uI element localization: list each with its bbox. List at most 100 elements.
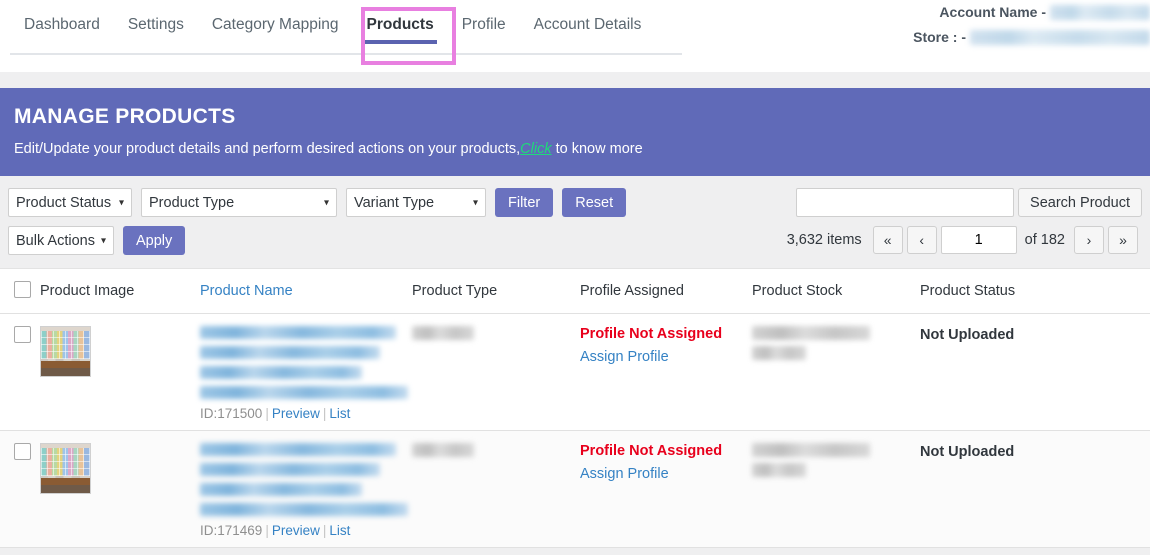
select-all-checkbox[interactable] bbox=[14, 280, 31, 298]
products-table: Product Image Product Name Product Type … bbox=[0, 268, 1150, 548]
product-name-redacted-line bbox=[200, 386, 408, 399]
nav-item-label: Category Mapping bbox=[211, 16, 339, 33]
variant-type-select[interactable]: Variant Type ▾ bbox=[346, 188, 486, 217]
first-page-button[interactable]: « bbox=[872, 226, 903, 254]
product-image-cell bbox=[40, 326, 200, 377]
row-checkbox[interactable] bbox=[14, 326, 31, 343]
product-status-select-label: Product Status bbox=[16, 194, 112, 211]
page-title: MANAGE PRODUCTS bbox=[14, 105, 236, 128]
nav-item-label: Dashboard bbox=[24, 16, 100, 33]
nav-item-dashboard[interactable]: Dashboard bbox=[10, 0, 114, 34]
assign-profile-link[interactable]: Assign Profile bbox=[580, 466, 669, 482]
thumbnail-under bbox=[41, 368, 90, 376]
thumbnail-tiles bbox=[41, 331, 90, 359]
pagination: 3,632 items « ‹ of 182 › » bbox=[787, 226, 1142, 254]
current-page-input[interactable] bbox=[940, 226, 1017, 254]
apply-button[interactable]: Apply bbox=[123, 226, 186, 255]
product-type-select-label: Product Type bbox=[149, 194, 235, 211]
search-product-button[interactable]: Search Product bbox=[1018, 188, 1142, 217]
top-bar: Dashboard Settings Category Mapping Prod… bbox=[0, 0, 1150, 72]
search-input[interactable] bbox=[796, 188, 1015, 217]
column-header-product-image: Product Image bbox=[40, 283, 135, 299]
next-page-button[interactable]: › bbox=[1074, 226, 1104, 254]
status-badge: Profile Not Assigned bbox=[580, 443, 723, 459]
column-header-profile-assigned: Profile Assigned bbox=[580, 283, 684, 299]
banner-desc-after: to know more bbox=[551, 141, 643, 157]
product-thumbnail[interactable] bbox=[40, 326, 91, 377]
product-type-redacted bbox=[412, 443, 474, 457]
product-name-cell: ID:171500 | Preview | List bbox=[200, 326, 412, 421]
filters-toolbar: Product Status ▾ Product Type ▾ Variant … bbox=[0, 176, 1150, 268]
column-header-product-type: Product Type bbox=[412, 283, 498, 299]
nav-item-products[interactable]: Products bbox=[353, 0, 448, 44]
bulk-actions-select[interactable]: Bulk Actions ▾ bbox=[8, 226, 114, 255]
preview-link[interactable]: Preview bbox=[272, 523, 320, 538]
product-stock-redacted bbox=[752, 346, 806, 360]
product-name-redacted-line bbox=[200, 503, 408, 516]
list-link[interactable]: List bbox=[329, 406, 350, 421]
product-name-redacted-line bbox=[200, 443, 396, 456]
filter-button[interactable]: Filter bbox=[495, 188, 554, 217]
product-id-label: ID:171500 bbox=[200, 406, 263, 421]
product-id-line: ID:171500 | Preview | List bbox=[200, 406, 412, 421]
search-area: Search Product bbox=[796, 188, 1142, 217]
status-badge: Profile Not Assigned bbox=[580, 326, 723, 342]
product-thumbnail[interactable] bbox=[40, 443, 91, 494]
nav-item-category-mapping[interactable]: Category Mapping bbox=[198, 0, 353, 34]
product-id-line: ID:171469 | Preview | List bbox=[200, 523, 412, 538]
product-status-value: Not Uploaded bbox=[920, 327, 1015, 343]
thumbnail-counter bbox=[41, 361, 90, 368]
thumbnail-counter bbox=[41, 478, 90, 485]
product-status-value: Not Uploaded bbox=[920, 444, 1015, 460]
nav-banner-gap bbox=[0, 72, 1150, 88]
prev-page-button[interactable]: ‹ bbox=[906, 226, 937, 254]
account-name-value-redacted bbox=[1050, 4, 1150, 20]
table-header-row: Product Image Product Name Product Type … bbox=[0, 269, 1150, 314]
product-status-select[interactable]: Product Status ▾ bbox=[8, 188, 132, 217]
banner-desc-before: Edit/Update your product details and per… bbox=[14, 141, 521, 157]
nav-item-label: Profile bbox=[461, 16, 506, 33]
product-status-cell: Not Uploaded bbox=[920, 326, 1120, 344]
bulk-actions-select-label: Bulk Actions bbox=[16, 232, 95, 249]
nav-item-profile[interactable]: Profile bbox=[448, 0, 520, 34]
product-name-redacted-line bbox=[200, 326, 396, 339]
main-navigation: Dashboard Settings Category Mapping Prod… bbox=[0, 0, 655, 56]
table-row: ID:171469 | Preview | List Profile Not Assig… bbox=[0, 431, 1150, 548]
separator: | bbox=[322, 523, 327, 538]
account-info: Account Name - Store : - bbox=[913, 4, 1150, 54]
row-checkbox[interactable] bbox=[14, 443, 31, 460]
nav-item-label: Account Details bbox=[533, 16, 642, 33]
page-banner: MANAGE PRODUCTS Edit/Update your product… bbox=[0, 88, 1150, 176]
nav-item-settings[interactable]: Settings bbox=[114, 0, 198, 34]
select-all-cell bbox=[0, 280, 40, 302]
variant-type-select-label: Variant Type bbox=[354, 194, 435, 211]
preview-link[interactable]: Preview bbox=[272, 406, 320, 421]
separator: | bbox=[265, 406, 269, 421]
product-status-cell: Not Uploaded bbox=[920, 443, 1120, 461]
product-image-cell bbox=[40, 443, 200, 494]
table-row: ID:171500 | Preview | List Profile Not Assig… bbox=[0, 314, 1150, 431]
product-stock-redacted bbox=[752, 443, 870, 457]
product-type-redacted bbox=[412, 326, 474, 340]
thumbnail-under bbox=[41, 485, 90, 493]
column-header-product-status: Product Status bbox=[920, 283, 1016, 299]
chevron-down-icon: ▾ bbox=[100, 235, 106, 246]
account-name-row: Account Name - bbox=[913, 4, 1150, 20]
nav-item-account-details[interactable]: Account Details bbox=[520, 0, 656, 34]
list-link[interactable]: List bbox=[329, 523, 350, 538]
product-type-cell bbox=[412, 443, 580, 463]
nav-item-label: Products bbox=[366, 16, 434, 33]
row-select-cell bbox=[0, 443, 40, 465]
reset-button[interactable]: Reset bbox=[562, 188, 627, 217]
active-tab-underline bbox=[363, 40, 437, 44]
product-stock-cell bbox=[752, 326, 920, 366]
product-type-select[interactable]: Product Type ▾ bbox=[141, 188, 337, 217]
thumbnail-tiles bbox=[41, 448, 90, 476]
column-header-product-name[interactable]: Product Name bbox=[200, 283, 412, 299]
last-page-button[interactable]: » bbox=[1108, 226, 1138, 254]
product-name-redacted-line bbox=[200, 483, 362, 496]
assign-profile-link[interactable]: Assign Profile bbox=[580, 349, 669, 365]
banner-click-link[interactable]: Click bbox=[520, 141, 551, 157]
chevron-down-icon: ▾ bbox=[472, 197, 478, 208]
product-stock-redacted bbox=[752, 463, 806, 477]
